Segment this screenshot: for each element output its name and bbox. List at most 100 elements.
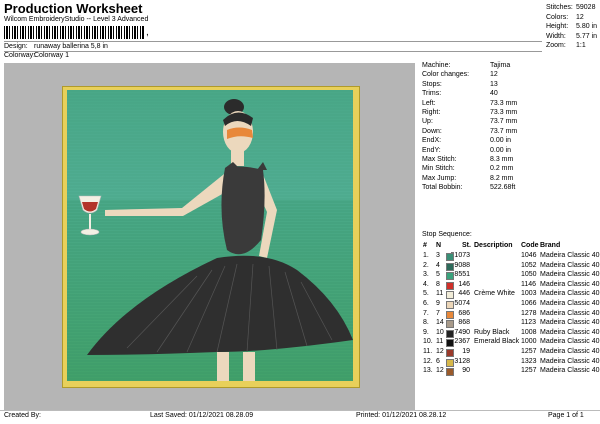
- info-label: Stops:: [422, 80, 442, 88]
- col-n: N: [436, 242, 442, 249]
- stop-needle: 10: [436, 328, 444, 336]
- header-stat-label: Width:: [546, 32, 566, 40]
- color-swatch: [446, 358, 454, 367]
- stop-stitches: 7490: [454, 328, 470, 336]
- info-label: Down:: [422, 127, 442, 135]
- info-row: Right: 73.3 mm: [422, 108, 517, 117]
- info-row: Min Stitch: 0.2 mm: [422, 164, 517, 173]
- col-brand: Brand: [540, 242, 561, 249]
- stop-stitches: 2367: [454, 338, 470, 346]
- color-swatch: [446, 301, 454, 309]
- color-swatch: [446, 349, 454, 357]
- header-stat-row: Width: 5.77 in: [546, 32, 597, 42]
- info-label: Color changes:: [422, 71, 470, 79]
- info-row: Stops: 13: [422, 80, 517, 89]
- info-label: Right:: [422, 109, 441, 117]
- stop-brand: Madeira Classic 40: [540, 290, 600, 298]
- color-swatch: [446, 281, 454, 290]
- info-label: Max Jump:: [422, 174, 457, 182]
- barcode-mark: ,: [146, 27, 149, 38]
- info-value: Tajima: [490, 62, 511, 69]
- stop-num: 1.: [423, 252, 429, 259]
- stop-stitches: 8551: [454, 271, 470, 279]
- design-label: Design:: [4, 43, 28, 50]
- info-row: Color changes: 12: [422, 70, 517, 79]
- divider: [4, 41, 542, 42]
- info-label: EndY:: [422, 146, 441, 154]
- header-stat-value: 59028: [576, 4, 596, 11]
- stop-brand: Madeira Classic 40: [540, 252, 600, 259]
- header-stat-row: Zoom: 1:1: [546, 41, 597, 51]
- stop-description: Emerald Black: [474, 338, 520, 346]
- table-row: 8. 14 868 1123 Madeira Classic 40: [422, 319, 600, 329]
- table-row: 10. 11 2367 Emerald Black 1000 Madeira Classi…: [422, 338, 600, 348]
- stop-stitches: 868: [458, 319, 470, 327]
- info-row: Max Jump: 8.2 mm: [422, 174, 517, 183]
- stop-sequence-label: Stop Sequence:: [422, 231, 472, 238]
- divider: [4, 51, 542, 52]
- stop-num: 12.: [423, 357, 433, 365]
- header-stat-label: Colors:: [546, 13, 569, 21]
- stop-code: 1278: [521, 309, 537, 317]
- stop-brand: Madeira Classic 40: [540, 319, 600, 327]
- info-label: Left:: [422, 99, 436, 107]
- header-stat-value: 12: [576, 13, 584, 21]
- table-row: 5. 11 446 Crème White 1003 Madeira Classic 40: [422, 290, 600, 300]
- info-row: Max Stitch: 8.3 mm: [422, 155, 517, 164]
- design-info-panel: Machine: Tajima Color changes: 12 Stops: 13 Tr…: [422, 61, 517, 193]
- stop-needle: 5: [436, 271, 440, 279]
- design-value: runaway ballerina 5,8 in: [34, 43, 108, 50]
- info-row: Left: 73.3 mm: [422, 99, 517, 108]
- header-stat-value: 5.80 in: [576, 23, 598, 30]
- info-row: Up: 73.7 mm: [422, 117, 517, 126]
- table-row: 11. 12 19 1257 Madeira Classic 40: [422, 348, 600, 357]
- stop-stitches: 9088: [454, 261, 470, 269]
- table-row: 4. 8 146 1146 Madeira Classic 40: [422, 280, 600, 290]
- info-value: 40: [490, 90, 498, 98]
- stop-code: 1000: [521, 338, 537, 346]
- header-stat-row: Colors: 12: [546, 13, 597, 23]
- stop-num: 8.: [423, 319, 429, 327]
- header-stat-label: Stitches:: [546, 4, 573, 11]
- stop-num: 5.: [423, 290, 429, 298]
- color-swatch: [446, 329, 454, 338]
- color-swatch: [446, 310, 454, 319]
- stop-needle: 11: [436, 290, 444, 298]
- stop-brand: Madeira Classic 40: [540, 348, 600, 355]
- color-swatch: [446, 253, 454, 261]
- stop-stitches: 90: [462, 367, 470, 375]
- colorway-row: Colorway:Colorway 1: [4, 52, 69, 59]
- info-label: EndX:: [422, 137, 442, 145]
- stop-num: 7.: [423, 309, 429, 317]
- info-value: 12: [490, 71, 498, 79]
- stop-num: 6.: [423, 300, 429, 307]
- info-label: Up:: [422, 118, 433, 126]
- stop-num: 11.: [423, 348, 433, 355]
- col-description: Description: [474, 242, 513, 249]
- stop-code: 1146: [521, 280, 537, 288]
- info-value: 522.68ft: [490, 184, 516, 192]
- stop-num: 2.: [423, 261, 429, 269]
- info-label: Min Stitch:: [422, 165, 455, 173]
- stop-needle: 12: [436, 348, 444, 355]
- stop-code: 1008: [521, 328, 537, 336]
- info-row: Machine: Tajima: [422, 61, 517, 70]
- footer-printed: Printed: 01/12/2021 08.28.12: [356, 412, 447, 419]
- stop-description: Ruby Black: [474, 328, 510, 336]
- stop-needle: 11: [436, 338, 444, 346]
- col-st: St.: [462, 242, 471, 249]
- embroidery-artwork: [67, 90, 353, 381]
- stop-num: 4.: [423, 280, 429, 288]
- stop-num: 9.: [423, 328, 429, 336]
- stop-code: 1003: [521, 290, 537, 298]
- table-row: 6. 9 5074 1066 Madeira Classic 40: [422, 300, 600, 309]
- info-row: Total Bobbin: 522.68ft: [422, 183, 517, 192]
- footer-last-saved: Last Saved: 01/12/2021 08.28.09: [150, 412, 254, 419]
- stop-stitches: 19: [462, 348, 470, 355]
- table-row: 2. 4 9088 1052 Madeira Classic 40: [422, 261, 600, 271]
- info-row: EndY: 0.00 in: [422, 146, 517, 155]
- stop-needle: 14: [436, 319, 444, 327]
- table-row: 3. 5 8551 1050 Madeira Classic 40: [422, 271, 600, 281]
- stop-code: 1257: [521, 348, 537, 355]
- stop-stitches: 686: [458, 309, 470, 317]
